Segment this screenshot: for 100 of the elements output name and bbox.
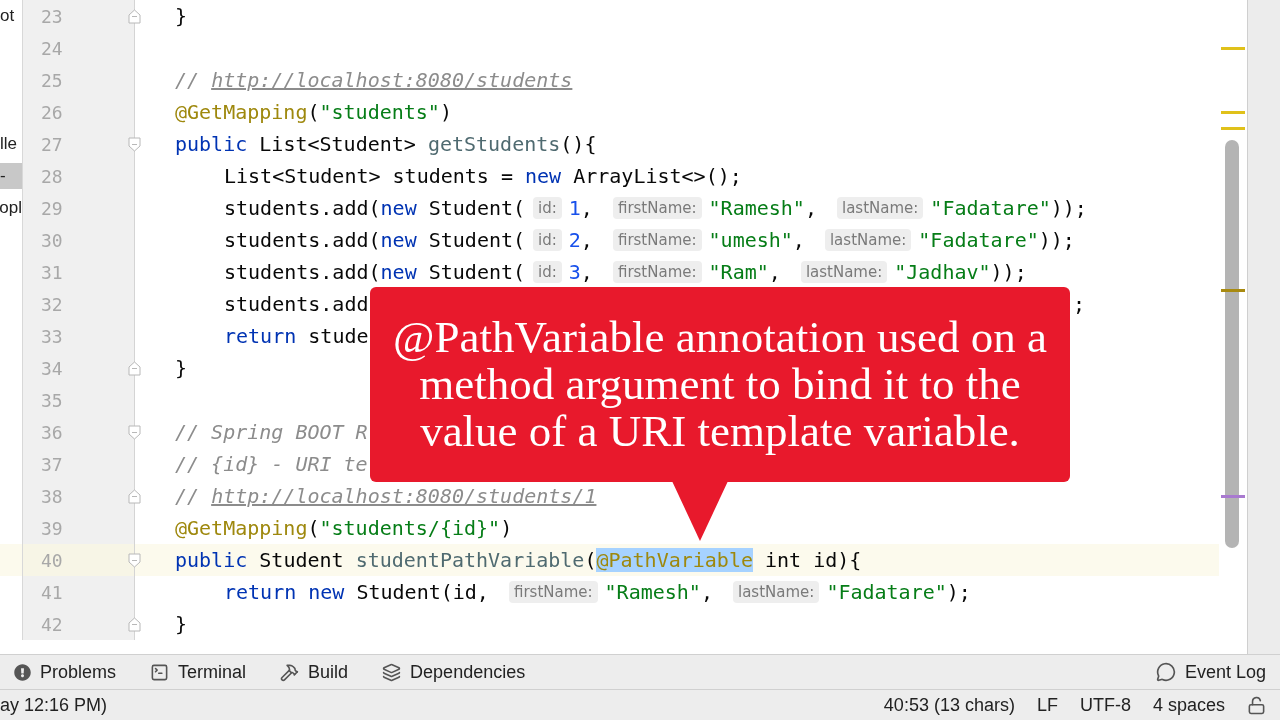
code-text: students.add(: [224, 196, 381, 220]
fold-marker-icon[interactable]: [126, 359, 143, 377]
code-text: ,: [700, 580, 714, 604]
code-text: }: [175, 612, 188, 636]
tool-window-button[interactable]: Terminal: [150, 661, 247, 683]
comment: //: [175, 484, 201, 508]
project-tree-item[interactable]: lle: [0, 131, 22, 157]
code-text: ,: [580, 196, 594, 220]
status-message: ay 12:16 PM): [0, 694, 108, 716]
code-text: int id){: [764, 548, 862, 572]
string-literal: "Fadatare": [930, 196, 1051, 220]
fold-marker-icon[interactable]: [126, 135, 143, 153]
parameter-hint: firstName:: [612, 197, 702, 219]
string-literal: "Ramesh": [708, 196, 805, 220]
code-text: (: [307, 516, 320, 540]
string-literal: "students/{id}": [319, 516, 501, 540]
code-text: }: [175, 4, 188, 28]
parameter-hint: lastName:: [800, 261, 888, 283]
parameter-hint: firstName:: [508, 581, 598, 603]
todo-marker[interactable]: [1221, 495, 1245, 498]
line-number: 34: [40, 357, 64, 379]
status-item[interactable]: 40:53 (13 chars): [883, 694, 1015, 716]
code-text: ,: [580, 260, 594, 284]
fold-marker-icon[interactable]: [126, 487, 143, 505]
code-text: ,: [804, 196, 818, 220]
warning-marker[interactable]: [1221, 127, 1245, 130]
string-literal: "Fadatare": [826, 580, 947, 604]
code-text: Student(id,: [356, 580, 490, 604]
code-text: Student(: [428, 260, 526, 284]
line-number: 37: [40, 453, 64, 475]
status-item[interactable]: UTF-8: [1079, 694, 1131, 716]
code-text: ;: [1072, 292, 1085, 316]
line-number: 41: [40, 581, 64, 603]
comment: // Spring BOOT R: [175, 420, 368, 444]
line-number: 39: [40, 517, 64, 539]
tool-window-button[interactable]: Problems: [14, 661, 117, 683]
line-number: 23: [40, 5, 64, 27]
lock-icon[interactable]: [1247, 695, 1266, 715]
tool-window-button[interactable]: Dependencies: [382, 661, 526, 683]
code-text: ,: [768, 260, 782, 284]
code-text: (: [307, 100, 320, 124]
line-number: 24: [40, 37, 64, 59]
fold-marker-icon[interactable]: [126, 615, 143, 633]
code-text: ): [500, 516, 513, 540]
project-tree-item[interactable]: ot: [0, 3, 22, 29]
keyword: return: [224, 324, 298, 348]
fold-marker-icon[interactable]: [126, 423, 143, 441]
string-literal: "umesh": [708, 228, 793, 252]
fold-marker-icon[interactable]: [126, 551, 143, 569]
project-tree-item[interactable]: -: [0, 163, 22, 189]
status-item[interactable]: 4 spaces: [1152, 694, 1225, 716]
string-literal: "Fadatare": [918, 228, 1039, 252]
line-number: 38: [40, 485, 64, 507]
comment: // {id} - URI te: [175, 452, 368, 476]
parameter-hint: lastName:: [837, 197, 924, 219]
code-text: ArrayList<>();: [573, 164, 742, 188]
parameter-hint: firstName:: [612, 229, 702, 251]
line-number: 31: [40, 261, 64, 283]
code-text: (: [584, 548, 597, 572]
string-literal: "students": [319, 100, 440, 124]
line-number: 30: [40, 229, 64, 251]
line-number: 29: [40, 197, 64, 219]
number-literal: 2: [568, 228, 581, 252]
code-text: stude: [308, 324, 369, 348]
parameter-hint: id:: [533, 197, 562, 219]
hammer-icon: [280, 662, 300, 682]
layers-icon: [382, 662, 402, 682]
keyword: new: [380, 260, 418, 284]
fold-marker-icon[interactable]: [126, 7, 143, 25]
line-number: 26: [40, 101, 64, 123]
terminal-icon: [150, 662, 170, 682]
warning-marker[interactable]: [1221, 289, 1245, 292]
tool-window-button[interactable]: Event Log: [1155, 661, 1266, 683]
scrollbar-thumb[interactable]: [1225, 140, 1239, 548]
string-literal: "Jadhav": [894, 260, 991, 284]
line-number: 36: [40, 421, 64, 443]
status-item[interactable]: LF: [1036, 694, 1058, 716]
line-number: 42: [40, 613, 64, 635]
string-literal: "Ramesh": [604, 580, 701, 604]
line-number: 35: [40, 389, 64, 411]
selected-annotation: @PathVariable: [596, 548, 753, 572]
code-text: ): [439, 100, 452, 124]
keyword: new: [525, 164, 563, 188]
line-number: 28: [40, 165, 64, 187]
code-text: students.add(: [224, 228, 381, 252]
code-text: ));: [990, 260, 1027, 284]
code-text: List<Student> students =: [224, 164, 514, 188]
comment: //: [175, 68, 201, 92]
line-number: 32: [40, 293, 64, 315]
code-text: students.add: [224, 292, 369, 316]
tool-window-button[interactable]: Build: [280, 661, 349, 683]
code-text: ,: [580, 228, 594, 252]
parameter-hint: id:: [533, 229, 562, 251]
number-literal: 1: [568, 196, 581, 220]
warning-marker[interactable]: [1221, 111, 1245, 114]
method-name: studentPathVariable: [355, 548, 585, 572]
number-literal: 3: [568, 260, 581, 284]
parameter-hint: lastName:: [733, 581, 820, 603]
warning-marker[interactable]: [1221, 47, 1245, 50]
project-tree-item[interactable]: opl: [0, 195, 22, 221]
